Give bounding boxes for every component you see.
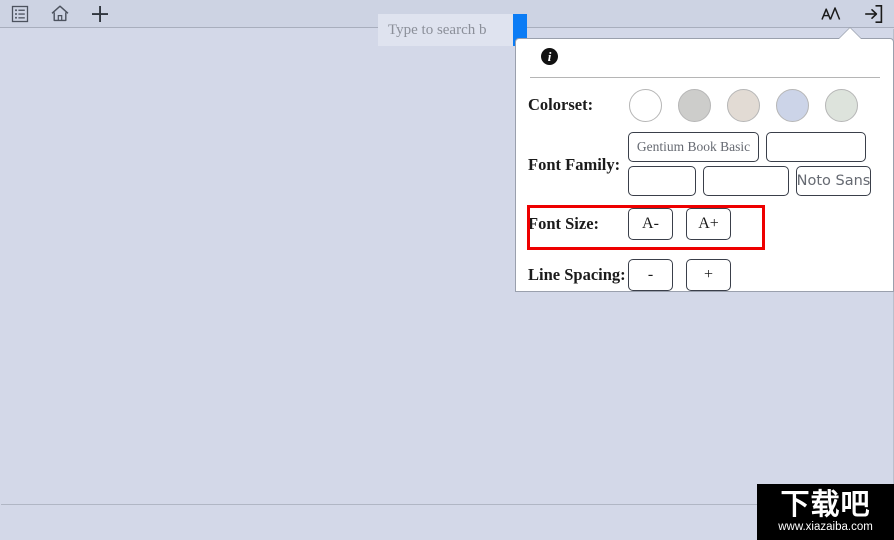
panel-pointer [839,28,861,39]
font-family-row-1: Gentium Book Basic [628,132,871,162]
colorset-swatch-gray[interactable] [678,88,711,122]
font-family-options: Gentium Book Basic Noto Sans [628,132,871,196]
colorset-swatch-white[interactable] [629,88,662,122]
colorset-swatch-green[interactable] [825,88,858,122]
font-size-decrease-button[interactable]: A- [628,208,673,240]
font-size-row: Font Size: A- A+ [516,201,894,247]
colorset-row: Colorset: [516,83,894,127]
colorset-label: Colorset: [528,95,594,114]
font-family-row-2: Noto Sans [628,166,871,196]
toolbar-right-group [820,3,894,25]
panel-header: i [530,48,880,78]
panel-settings-rows: Colorset: Font Family: Gentium Book Basi… [516,83,894,298]
watermark-title: 下载吧 [780,487,871,522]
font-size-increase-button[interactable]: A+ [686,208,731,240]
font-settings-panel: i Colorset: Font Family: Gentium Book Ba… [515,27,894,292]
font-family-label: Font Family: [528,154,621,174]
font-family-option-gentium-book-basic[interactable]: Gentium Book Basic [628,132,759,162]
login-icon[interactable] [862,3,884,25]
toolbar-left-group [0,3,111,25]
watermark-url: www.xiazaiba.com [778,521,873,534]
line-spacing-decrease-button[interactable]: - [628,259,673,291]
watermark: 下载吧 www.xiazaiba.com [757,484,894,540]
line-spacing-label: Line Spacing: [528,265,626,284]
line-spacing-row: Line Spacing: - + [516,252,894,298]
font-family-option-3[interactable] [628,166,696,196]
home-icon[interactable] [49,3,71,25]
search-input[interactable]: Type to search b [378,14,513,46]
info-icon[interactable]: i [541,48,558,65]
font-size-label: Font Size: [528,214,600,233]
add-tab-icon[interactable] [89,3,111,25]
line-spacing-increase-button[interactable]: + [686,259,731,291]
font-settings-icon[interactable] [820,3,842,25]
colorset-swatches [629,88,858,122]
colorset-swatch-sepia[interactable] [727,88,760,122]
font-family-option-2[interactable] [766,132,866,162]
font-family-option-4[interactable] [703,166,789,196]
font-family-row: Font Family: Gentium Book Basic Noto San… [516,127,894,201]
contents-list-icon[interactable] [9,3,31,25]
panel-body: i Colorset: Font Family: Gentium Book Ba… [515,38,894,292]
font-family-option-noto-sans[interactable]: Noto Sans [796,166,871,196]
search-bar: Type to search b [378,14,527,46]
colorset-swatch-blue[interactable] [776,88,809,122]
